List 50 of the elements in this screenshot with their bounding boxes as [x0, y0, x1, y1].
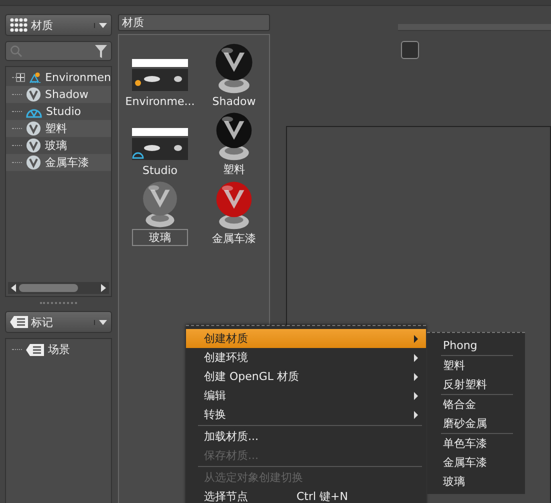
material-label[interactable]: Studio	[140, 164, 180, 177]
panel-title: 材质	[118, 14, 270, 31]
tree-item[interactable]: Studio	[46, 105, 82, 118]
dropdown-label: 标记	[31, 314, 54, 330]
library-dropdown[interactable]: 材质	[5, 14, 112, 36]
tag-icon	[26, 344, 44, 356]
menu-item[interactable]: 磨砂金属	[441, 414, 525, 433]
menu-item[interactable]: Phong	[441, 336, 525, 355]
tag-icon	[10, 316, 28, 328]
tree-item[interactable]: 玻璃	[45, 138, 67, 153]
environment-icon	[28, 70, 42, 85]
tree-item[interactable]: 塑料	[45, 121, 67, 136]
expand-toggle[interactable]	[16, 73, 25, 82]
scroll-left-icon[interactable]	[11, 284, 16, 292]
material-label[interactable]: Environme...	[123, 95, 197, 108]
filter-icon[interactable]	[95, 44, 107, 58]
menu-item[interactable]: 创建 OpenGL 材质	[186, 367, 426, 386]
grid-icon	[10, 18, 28, 32]
caret-icon	[94, 320, 107, 324]
dropdown-label: 材质	[31, 18, 54, 32]
tags-dropdown[interactable]: 标记	[5, 311, 112, 333]
submenu-arrow-icon	[414, 372, 418, 380]
menu-item[interactable]: 编辑	[186, 386, 426, 405]
menu-item[interactable]: 铬合金	[441, 395, 525, 414]
swatch-button[interactable]	[401, 41, 419, 59]
tree-item[interactable]: 场景	[48, 342, 70, 357]
menu-item[interactable]: 玻璃	[441, 472, 525, 491]
material-label[interactable]: 玻璃	[132, 229, 188, 246]
menu-item[interactable]: 转换	[186, 405, 426, 424]
menu-item[interactable]: 金属车漆	[441, 453, 525, 472]
menu-item[interactable]: 塑料	[441, 356, 525, 375]
submenu-arrow-icon	[414, 392, 418, 400]
search-icon	[10, 45, 22, 57]
submenu-arrow-icon	[414, 354, 418, 362]
submenu-arrow-icon	[414, 334, 418, 342]
menu-item[interactable]: 反射塑料	[441, 375, 525, 394]
scroll-right-icon[interactable]	[101, 284, 106, 292]
menu-item[interactable]: 创建环境	[186, 348, 426, 367]
caret-icon	[94, 22, 107, 28]
menu-item[interactable]: 单色车漆	[441, 434, 525, 453]
material-label[interactable]: Shadow	[210, 95, 258, 108]
submenu-arrow-icon	[414, 410, 418, 418]
tree-item[interactable]: Environmen	[45, 71, 111, 84]
menu-item[interactable]: 选择节点 Ctrl 键+N	[186, 487, 426, 503]
material-label[interactable]: 金属车漆	[210, 231, 258, 246]
material-label[interactable]: 塑料	[221, 162, 247, 177]
menu-item[interactable]: 创建材质	[186, 329, 426, 348]
horizontal-scrollbar[interactable]	[8, 282, 109, 294]
search-field[interactable]	[5, 41, 112, 61]
menu-item[interactable]: 加载材质...	[186, 427, 426, 446]
